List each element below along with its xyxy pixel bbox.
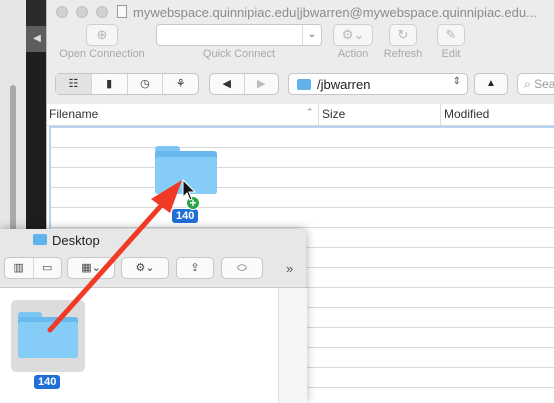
bonjour-icon[interactable]: ⚘ [163, 74, 198, 94]
parent-directory-button[interactable]: ▲ [474, 73, 508, 95]
cyberduck-navbar: ☷ ▮ ◷ ⚘ ◀ ▶ /jbwarren ⇕ ▲ ⌕ Search [47, 64, 554, 105]
column-size[interactable]: Size [322, 107, 345, 121]
toolbar-overflow-icon[interactable]: » [286, 261, 293, 276]
column-header: Filename ⌃ Size Modified [47, 104, 554, 126]
folder-icon [297, 79, 311, 90]
drag-count-badge: 140 [172, 209, 199, 223]
back-forward-segment: ◀ ▶ [209, 73, 279, 95]
quick-connect[interactable]: ⌄ Quick Connect [156, 24, 322, 60]
grid-icon: ▦⌄ [81, 262, 101, 274]
copy-plus-icon: + [186, 196, 200, 210]
view-mode-segment: ▥ ▭ [4, 257, 62, 279]
tag-button[interactable]: ⬭ [221, 257, 263, 279]
background-scrollbar[interactable] [10, 85, 16, 235]
column-filename[interactable]: Filename [49, 107, 98, 121]
document-icon [117, 5, 127, 18]
path-value: /jbwarren [317, 77, 371, 92]
finder-window: Desktop ▥ ▭ ▦⌄ ⚙⌄ ⇪ ⬭ » 140 [0, 229, 307, 403]
column-divider[interactable] [440, 104, 441, 125]
dragged-folder-icon[interactable] [155, 146, 217, 194]
gear-icon: ⚙⌄ [333, 24, 373, 46]
gear-icon: ⚙⌄ [135, 262, 155, 274]
search-input[interactable]: ⌕ Search [517, 73, 554, 95]
globe-plus-icon: ⊕ [86, 24, 118, 46]
cyberduck-toolbar: ⊕ Open Connection ⌄ Quick Connect ⚙⌄ Act… [47, 24, 554, 64]
forward-arrow-icon[interactable]: ▶ [245, 74, 279, 94]
view-segment: ☷ ▮ ◷ ⚘ [55, 73, 199, 95]
zoom-window-button[interactable] [96, 6, 108, 18]
chevron-updown-icon: ⇕ [452, 76, 461, 87]
search-placeholder: Search [534, 77, 554, 91]
pencil-icon: ✎ [437, 24, 465, 46]
action-label: Action [337, 48, 369, 60]
open-connection-button[interactable]: ⊕ Open Connection [53, 24, 151, 60]
bookmarks-icon[interactable]: ▮ [92, 74, 128, 94]
group-button[interactable]: ▦⌄ [67, 257, 115, 279]
back-arrow-icon[interactable]: ◀ [210, 74, 245, 94]
finder-toolbar: ▥ ▭ ▦⌄ ⚙⌄ ⇪ ⬭ » [0, 251, 306, 288]
finder-title: Desktop [52, 233, 100, 248]
refresh-label: Refresh [383, 48, 423, 60]
history-icon[interactable]: ◷ [128, 74, 164, 94]
refresh-button[interactable]: ↻ Refresh [381, 24, 425, 60]
cyberduck-titlebar: mywebspace.quinnipiac.edu|jbwarren@myweb… [47, 0, 554, 24]
refresh-icon: ↻ [389, 24, 417, 46]
share-button[interactable]: ⇪ [176, 257, 214, 279]
column-modified[interactable]: Modified [444, 107, 489, 121]
path-select[interactable]: /jbwarren ⇕ [288, 73, 468, 95]
finder-titlebar: Desktop [0, 229, 306, 251]
folder-name-label: 140 [34, 375, 61, 389]
window-title: mywebspace.quinnipiac.edu|jbwarren@myweb… [133, 5, 537, 20]
columns-view-icon[interactable]: ▥ [5, 258, 34, 278]
collapse-arrow-icon[interactable]: ◀ [26, 26, 48, 52]
quick-connect-label: Quick Connect [202, 48, 276, 60]
edit-label: Edit [441, 48, 461, 60]
action-menu-button[interactable]: ⚙⌄ [121, 257, 169, 279]
search-icon: ⌕ [524, 77, 531, 91]
minimize-window-button[interactable] [76, 6, 88, 18]
open-connection-label: Open Connection [59, 48, 145, 60]
folder-icon [33, 234, 47, 245]
close-window-button[interactable] [56, 6, 68, 18]
chevron-down-icon: ⌄ [302, 25, 321, 45]
share-icon: ⇪ [190, 262, 200, 274]
edit-button[interactable]: ✎ Edit [431, 24, 471, 60]
sort-ascending-icon: ⌃ [306, 107, 314, 117]
source-folder-icon[interactable] [18, 312, 78, 358]
browser-view-icon[interactable]: ☷ [56, 74, 92, 94]
folder-front [18, 322, 78, 358]
action-button[interactable]: ⚙⌄ Action [333, 24, 373, 60]
column-divider[interactable] [318, 104, 319, 125]
tag-icon: ⬭ [237, 262, 247, 274]
folder-front [155, 156, 217, 194]
finder-scroll-area [278, 288, 307, 403]
quick-connect-select[interactable]: ⌄ [156, 24, 322, 46]
gallery-view-icon[interactable]: ▭ [34, 258, 62, 278]
